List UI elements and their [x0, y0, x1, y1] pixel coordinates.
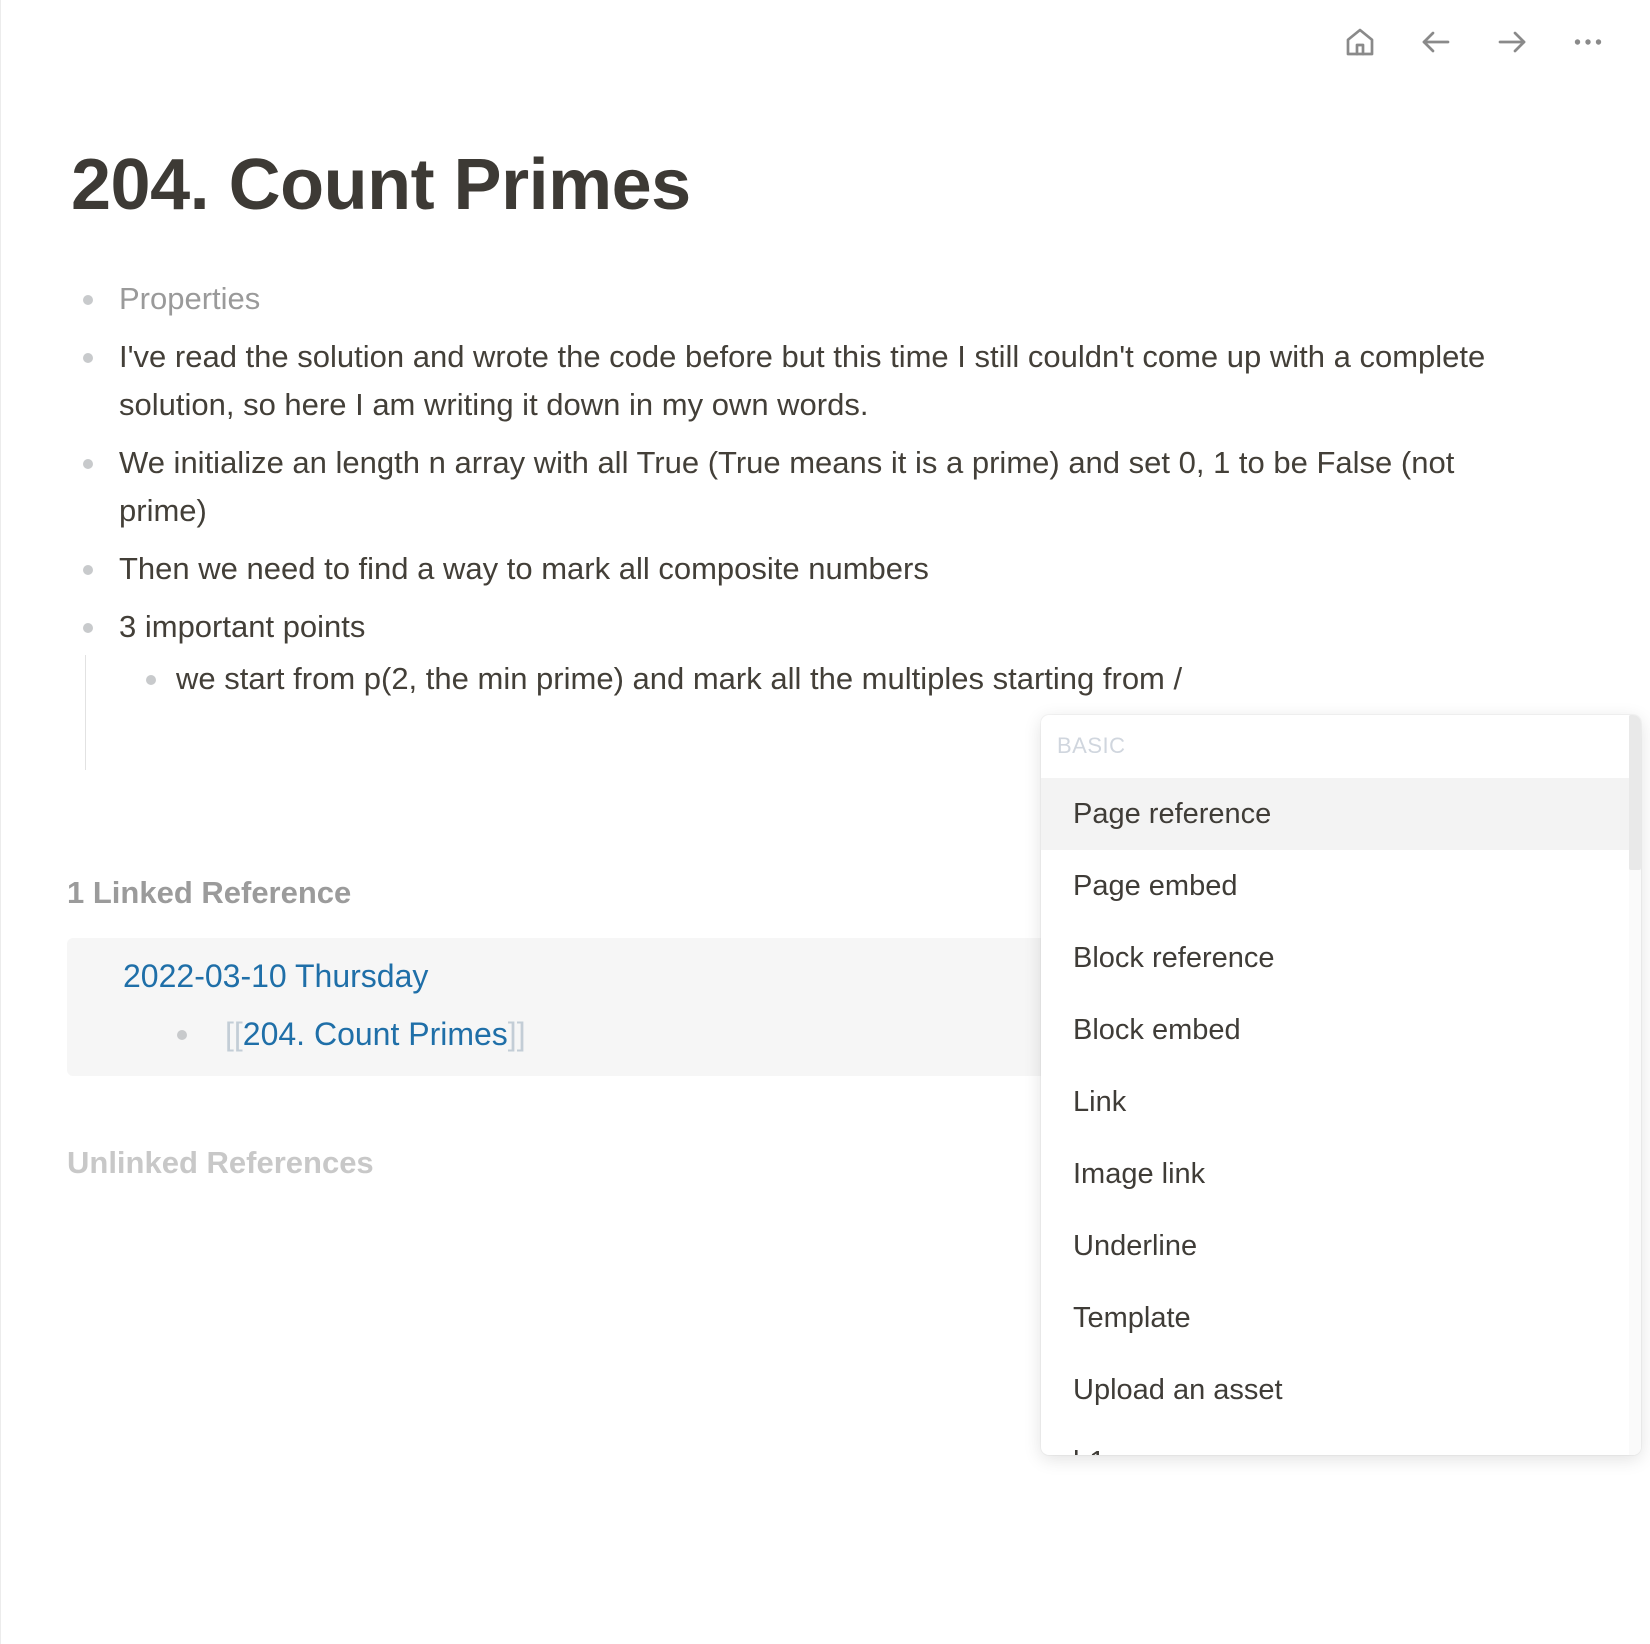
menu-item-upload-asset[interactable]: Upload an asset: [1041, 1354, 1629, 1426]
linked-references-heading[interactable]: 1 Linked Reference: [67, 875, 351, 911]
more-button[interactable]: [1566, 20, 1610, 64]
editing-block[interactable]: we start from p(2, the min prime) and ma…: [130, 655, 1531, 703]
block-text: 3 important points: [119, 609, 366, 644]
close-bracket: ]]: [507, 1016, 526, 1052]
slash-command-menu: BASIC Page reference Page embed Block re…: [1041, 715, 1641, 1455]
ref-page-link[interactable]: 2022-03-10 Thursday: [123, 958, 428, 995]
page-blocks: Properties I've read the solution and wr…: [71, 275, 1531, 770]
ref-block[interactable]: [[204. Count Primes]]: [177, 1012, 526, 1056]
bullet-dot[interactable]: [83, 353, 93, 363]
bullet-dot[interactable]: [83, 565, 93, 575]
properties-block[interactable]: Properties: [71, 275, 1531, 323]
page-reference-link[interactable]: 204. Count Primes: [243, 1016, 508, 1052]
home-icon: [1346, 28, 1374, 56]
back-button[interactable]: [1414, 20, 1458, 64]
block-text: Properties: [119, 281, 261, 316]
top-toolbar: [1338, 20, 1610, 64]
bullet-dot[interactable]: [83, 623, 93, 633]
arrow-left-icon: [1422, 31, 1450, 53]
block-text: I've read the solution and wrote the cod…: [119, 339, 1486, 422]
menu-item-underline[interactable]: Underline: [1041, 1210, 1629, 1282]
menu-item-template[interactable]: Template: [1041, 1282, 1629, 1354]
block[interactable]: 3 important points: [71, 603, 1531, 651]
bullet-dot[interactable]: [177, 1030, 187, 1040]
menu-item-h1[interactable]: h1: [1041, 1426, 1629, 1455]
menu-item-link[interactable]: Link: [1041, 1066, 1629, 1138]
bullet-dot[interactable]: [83, 295, 93, 305]
block-text[interactable]: we start from p(2, the min prime) and ma…: [176, 661, 1182, 696]
menu-item-page-embed[interactable]: Page embed: [1041, 850, 1629, 922]
bullet-dot[interactable]: [146, 675, 156, 685]
more-icon: [1574, 39, 1602, 45]
menu-scrollbar-thumb[interactable]: [1629, 715, 1641, 870]
block[interactable]: Then we need to find a way to mark all c…: [71, 545, 1531, 593]
block-text: We initialize an length n array with all…: [119, 445, 1455, 528]
menu-scrollbar[interactable]: [1629, 715, 1641, 1455]
open-bracket: [[: [225, 1016, 243, 1052]
block-text: Then we need to find a way to mark all c…: [119, 551, 929, 586]
menu-item-block-reference[interactable]: Block reference: [1041, 922, 1629, 994]
arrow-right-icon: [1498, 31, 1526, 53]
page-title[interactable]: 204. Count Primes: [71, 140, 691, 230]
home-button[interactable]: [1338, 20, 1382, 64]
menu-items: Page reference Page embed Block referenc…: [1041, 778, 1629, 1455]
block[interactable]: We initialize an length n array with all…: [71, 439, 1531, 535]
menu-item-image-link[interactable]: Image link: [1041, 1138, 1629, 1210]
block[interactable]: I've read the solution and wrote the cod…: [71, 333, 1531, 429]
menu-item-page-reference[interactable]: Page reference: [1041, 778, 1629, 850]
bullet-dot[interactable]: [83, 459, 93, 469]
menu-group-label: BASIC: [1057, 733, 1126, 758]
forward-button[interactable]: [1490, 20, 1534, 64]
page-frame: 204. Count Primes Properties I've read t…: [0, 0, 1650, 1644]
menu-item-block-embed[interactable]: Block embed: [1041, 994, 1629, 1066]
unlinked-references-heading[interactable]: Unlinked References: [67, 1145, 374, 1181]
